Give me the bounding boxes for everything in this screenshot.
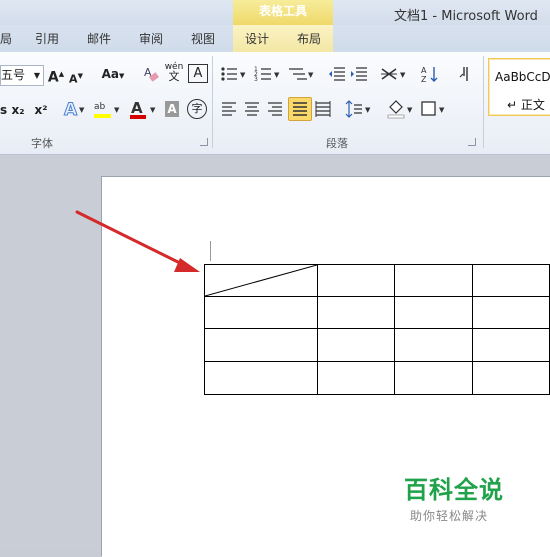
watermark-logo: 百科全说 助你轻松解决 xyxy=(404,470,504,524)
annotation-arrow xyxy=(75,210,200,272)
watermark-title: 百科全说 xyxy=(404,476,504,504)
watermark-subtitle: 助你轻松解决 xyxy=(410,509,489,523)
